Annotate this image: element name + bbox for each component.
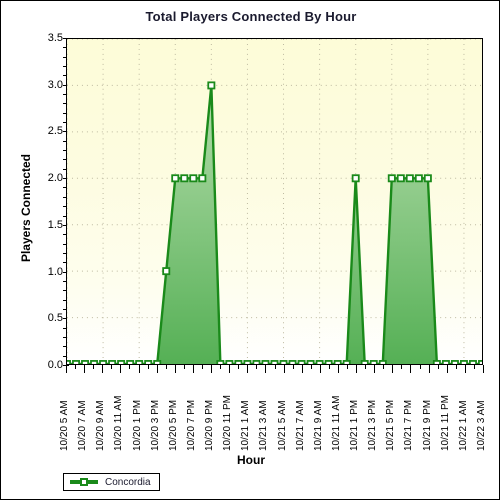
x-axis-tick-label: 10/21 1 AM [240,400,252,451]
x-axis-tick-label: 10/20 11 AM [113,395,125,451]
data-point-marker [81,360,90,364]
x-axis-labels: 10/20 5 AM 10/20 7 AM 10/20 9 AM 10/20 11 A… [59,367,487,451]
data-point-marker [135,360,144,364]
x-axis-tick-label: 10/21 7 AM [294,400,306,451]
data-point-marker [261,360,270,364]
data-point-marker [225,360,234,364]
plot-area [66,38,483,365]
data-point-marker [387,174,396,183]
data-point-marker [207,81,216,90]
x-axis-tick-label: 10/20 11 PM [222,395,234,451]
data-point-marker [234,360,243,364]
data-point-marker [315,360,324,364]
y-axis-tick-label: 1.0 [47,265,63,278]
x-axis-tick-label: 10/21 7 PM [403,399,415,451]
chart-title: Total Players Connected By Hour [145,9,357,24]
area-fill [67,85,482,364]
data-point-marker [117,360,126,364]
y-axis-tick-label: 0.5 [47,312,63,325]
data-point-marker [297,360,306,364]
y-axis-tick-label: 0.0 [47,359,63,371]
data-point-marker [67,360,71,364]
data-point-marker [72,360,81,364]
data-point-marker [99,360,108,364]
data-point-marker [351,174,360,183]
data-point-marker [468,360,477,364]
x-axis-tick-label: 10/20 1 PM [131,399,143,451]
data-point-marker [360,360,369,364]
data-point-marker [478,360,482,364]
x-axis-tick-label: 10/21 3 AM [258,400,270,451]
x-axis-tick-label: 10/21 9 AM [312,400,324,451]
x-axis-tick-label: 10/20 5 PM [167,399,179,451]
x-axis-tick-label: 10/21 11 PM [439,395,451,451]
data-point-marker [171,174,180,183]
data-point-marker [432,360,441,364]
data-point-marker [126,360,135,364]
data-point-marker [144,360,153,364]
data-point-marker [396,174,405,183]
data-point-marker [252,360,261,364]
data-point-marker [441,360,450,364]
data-point-marker [189,174,198,183]
data-point-marker [342,360,351,364]
x-axis-tick-label: 10/22 1 AM [457,400,469,451]
series-concordia [67,81,482,364]
y-axis-tick-label: 2.0 [47,172,63,185]
chart-legend[interactable]: Concordia [63,473,160,491]
chart-frame: Total Players Connected By Hour 0.0 0.5 1.… [0,0,500,500]
data-point-marker [450,360,459,364]
data-point-marker [279,360,288,364]
x-axis-tick-label: 10/21 5 PM [385,399,397,451]
data-point-marker [243,360,252,364]
data-point-marker [270,360,279,364]
legend-swatch-icon [70,477,98,487]
y-axis-tick-label: 3.5 [47,32,63,44]
legend-label: Concordia [105,476,151,488]
y-axis-tick-label: 3.0 [47,78,63,91]
data-point-marker [108,360,117,364]
data-point-marker [162,267,171,276]
x-axis-tick-label: 10/20 5 AM [59,400,70,451]
data-point-marker [153,360,162,364]
data-point-marker [414,174,423,183]
data-point-marker [378,360,387,364]
data-point-marker [459,360,468,364]
x-axis-tick [483,365,484,373]
x-axis-title: Hour [237,453,265,467]
data-point-marker [306,360,315,364]
y-axis-title: Players Connected [19,153,33,263]
data-point-marker [333,360,342,364]
x-axis-tick-label: 10/20 3 PM [149,399,161,451]
y-axis-tick-label: 1.5 [47,218,63,231]
x-axis-tick-label: 10/21 9 PM [421,399,433,451]
data-point-marker [423,174,432,183]
x-axis-tick-label: 10/20 9 PM [204,399,216,451]
x-axis-tick-label: 10/21 11 AM [330,395,342,451]
data-point-marker [324,360,333,364]
data-point-marker [405,174,414,183]
x-axis-tick-label: 10/20 7 AM [77,400,89,451]
x-axis-tick-label: 10/21 5 AM [276,400,288,451]
x-axis-tick-label: 10/21 1 PM [349,399,361,451]
x-axis-tick-label: 10/20 7 PM [185,399,197,451]
data-point-marker [369,360,378,364]
x-axis-tick-label: 10/21 3 PM [367,399,379,451]
data-point-marker [288,360,297,364]
data-point-marker [180,174,189,183]
data-point-marker [198,174,207,183]
data-point-marker [216,360,225,364]
x-axis-tick-label: 10/22 3 AM [476,400,487,451]
data-point-marker [90,360,99,364]
y-axis-tick-label: 2.5 [47,125,63,138]
x-axis-tick-label: 10/20 9 AM [95,400,107,451]
